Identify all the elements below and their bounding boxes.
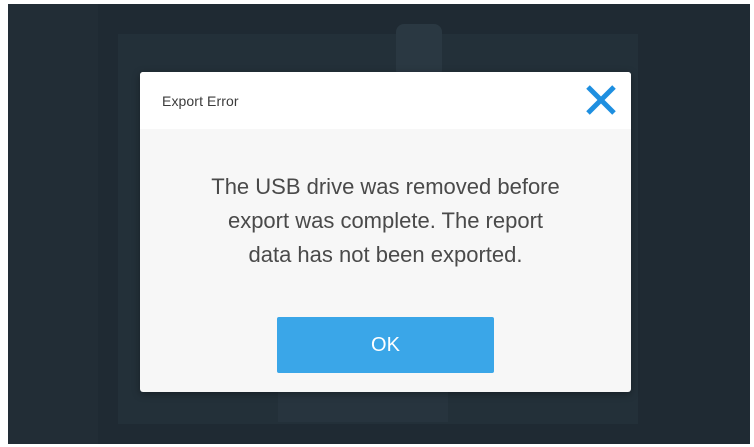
background-icon-block <box>396 24 442 78</box>
message-line: The USB drive was removed before <box>211 174 560 199</box>
export-error-dialog: Export Error The USB drive was removed b… <box>140 72 631 392</box>
close-icon <box>586 85 616 115</box>
dialog-header: Export Error <box>140 72 631 129</box>
background-side-panel <box>8 4 98 444</box>
close-button[interactable] <box>583 82 619 118</box>
message-line: data has not been exported. <box>248 242 523 267</box>
dialog-message: The USB drive was removed before export … <box>180 170 591 272</box>
message-line: export was complete. The report <box>227 208 544 233</box>
ok-button[interactable]: OK <box>277 317 494 373</box>
dialog-title: Export Error <box>162 93 239 109</box>
